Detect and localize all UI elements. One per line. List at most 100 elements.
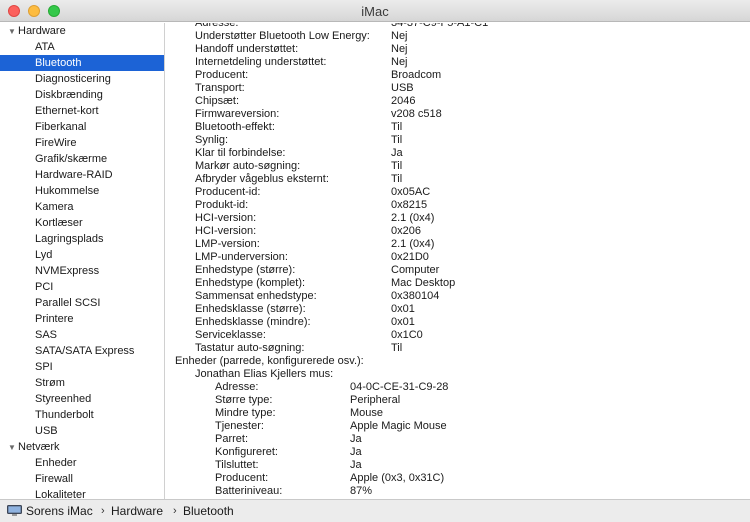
sidebar-item[interactable]: Strøm <box>0 375 164 391</box>
window-title: iMac <box>361 4 389 19</box>
sidebar-item[interactable]: Styreenhed <box>0 391 164 407</box>
detail-value: v208 c518 <box>391 108 442 120</box>
detail-row: Producent: Broadcom <box>166 69 750 82</box>
detail-row: Understøtter Bluetooth Low Energy: Nej <box>166 30 750 43</box>
detail-list: Adresse: 34-37-C9-F5-A1-C1 Understøtter Bl… <box>166 23 750 499</box>
detail-row: Internetdeling understøttet: Nej <box>166 56 750 69</box>
detail-key: Mindre type: <box>215 407 276 419</box>
breadcrumb-bluetooth[interactable]: Bluetooth <box>183 500 234 522</box>
detail-value: Apple (0x3, 0x31C) <box>350 472 445 484</box>
detail-row: Produkt-id: 0x8215 <box>166 199 750 212</box>
detail-key: Handoff understøttet: <box>195 43 299 55</box>
sidebar-item[interactable]: FireWire <box>0 135 164 151</box>
sidebar-item[interactable]: Parallel SCSI <box>0 295 164 311</box>
detail-row: Mindre type: Mouse <box>166 407 750 420</box>
detail-key: Parret: <box>215 433 249 445</box>
detail-row: Adresse: 34-37-C9-F5-A1-C1 <box>166 23 750 30</box>
sidebar-item[interactable]: PCI <box>0 279 164 295</box>
sidebar-item[interactable]: Hukommelse <box>0 183 164 199</box>
detail-row: Serviceklasse: 0x1C0 <box>166 329 750 342</box>
detail-row: HCI-version: 2.1 (0x4) <box>166 212 750 225</box>
detail-key: Understøtter Bluetooth Low Energy: <box>195 30 370 42</box>
detail-key: Synlig: <box>195 134 229 146</box>
disclosure-triangle-icon[interactable]: ▼ <box>8 24 18 40</box>
detail-value: Ja <box>391 147 403 159</box>
detail-row: Enhedsklasse (mindre): 0x01 <box>166 316 750 329</box>
detail-value: 0x380104 <box>391 290 440 302</box>
detail-key: Chipsæt: <box>195 95 240 107</box>
detail-value: Ja <box>350 446 362 458</box>
sidebar-item[interactable]: Diskbrænding <box>0 87 164 103</box>
disclosure-triangle-icon[interactable]: ▼ <box>8 440 18 456</box>
sidebar-item[interactable]: Hardware-RAID <box>0 167 164 183</box>
sidebar-group[interactable]: ▼ Netværk <box>0 439 164 455</box>
detail-value: Nej <box>391 43 408 55</box>
path-bar: Sorens iMac › Hardware › Bluetooth <box>0 499 750 522</box>
sidebar-item[interactable]: ATA <box>0 39 164 55</box>
detail-value: Peripheral <box>350 394 401 406</box>
sidebar-item[interactable]: Bluetooth <box>0 55 164 71</box>
detail-pane[interactable]: Adresse: 34-37-C9-F5-A1-C1 Understøtter Bl… <box>166 23 750 499</box>
detail-key: Enhedstype (komplet): <box>195 277 306 289</box>
sidebar-item[interactable]: Lokaliteter <box>0 487 164 499</box>
breadcrumb-computer[interactable]: Sorens iMac <box>26 500 93 522</box>
sidebar-item[interactable]: Printere <box>0 311 164 327</box>
detail-key: Adresse: <box>195 23 239 29</box>
detail-row: Adresse: 04-0C-CE-31-C9-28 <box>166 381 750 394</box>
detail-row: Tastatur auto-søgning: Til <box>166 342 750 355</box>
detail-row: Parret: Ja <box>166 433 750 446</box>
detail-value: Nej <box>391 56 408 68</box>
detail-row: LMP-underversion: 0x21D0 <box>166 251 750 264</box>
sidebar-item[interactable]: SPI <box>0 359 164 375</box>
detail-row: Enhedstype (større): Computer <box>166 264 750 277</box>
detail-row: Handoff understøttet: Nej <box>166 43 750 56</box>
detail-value: Apple Magic Mouse <box>350 420 447 432</box>
detail-key: LMP-underversion: <box>195 251 288 263</box>
detail-key: Enheder (parrede, konfigurerede osv.): <box>175 355 364 367</box>
detail-key: Batteriniveau: <box>215 485 283 497</box>
detail-value: 2.1 (0x4) <box>391 238 435 250</box>
sidebar-item[interactable]: NVMExpress <box>0 263 164 279</box>
sidebar-item[interactable]: Thunderbolt <box>0 407 164 423</box>
detail-key: Enhedsklasse (større): <box>195 303 306 315</box>
detail-key: Klar til forbindelse: <box>195 147 286 159</box>
sidebar-item[interactable]: Kamera <box>0 199 164 215</box>
detail-key: Serviceklasse: <box>195 329 266 341</box>
sidebar-item[interactable]: Lyd <box>0 247 164 263</box>
sidebar-item[interactable]: SAS <box>0 327 164 343</box>
sidebar-item[interactable]: SATA/SATA Express <box>0 343 164 359</box>
detail-key: Firmwareversion: <box>195 108 280 120</box>
detail-key: Enhedsklasse (mindre): <box>195 316 311 328</box>
detail-value: USB <box>391 82 414 94</box>
sidebar-item[interactable]: Grafik/skærme <box>0 151 164 167</box>
breadcrumb-separator: › <box>173 505 177 517</box>
sidebar-item[interactable]: Ethernet-kort <box>0 103 164 119</box>
detail-row: Konfigureret: Ja <box>166 446 750 459</box>
detail-row: Enhedsklasse (større): 0x01 <box>166 303 750 316</box>
detail-key: Tjenester: <box>215 420 264 432</box>
detail-row: Større type: Peripheral <box>166 394 750 407</box>
sidebar-item[interactable]: Firewall <box>0 471 164 487</box>
sidebar-item[interactable]: USB <box>0 423 164 439</box>
sidebar-item[interactable]: Kortlæser <box>0 215 164 231</box>
sidebar-item[interactable]: Fiberkanal <box>0 119 164 135</box>
sidebar-group-label: Netværk <box>18 441 60 453</box>
detail-value: Computer <box>391 264 440 276</box>
detail-row: Firmwareversion: v208 c518 <box>166 108 750 121</box>
detail-value: 2.1 (0x4) <box>391 212 435 224</box>
detail-value: 0x206 <box>391 225 421 237</box>
detail-key: Producent: <box>215 472 269 484</box>
breadcrumb-hardware[interactable]: Hardware <box>111 500 163 522</box>
sidebar-group[interactable]: ▼ Hardware <box>0 23 164 39</box>
detail-key: Afbryder vågeblus eksternt: <box>195 173 329 185</box>
sidebar-item[interactable]: Enheder <box>0 455 164 471</box>
detail-value: Nej <box>391 30 408 42</box>
detail-row: Producent: Apple (0x3, 0x31C) <box>166 472 750 485</box>
detail-value: 0x05AC <box>391 186 431 198</box>
sidebar-item[interactable]: Lagringsplads <box>0 231 164 247</box>
detail-key: HCI-version: <box>195 212 257 224</box>
detail-row: Transport: USB <box>166 82 750 95</box>
detail-row: Klar til forbindelse: Ja <box>166 147 750 160</box>
sidebar-item[interactable]: Diagnosticering <box>0 71 164 87</box>
detail-key: LMP-version: <box>195 238 260 250</box>
